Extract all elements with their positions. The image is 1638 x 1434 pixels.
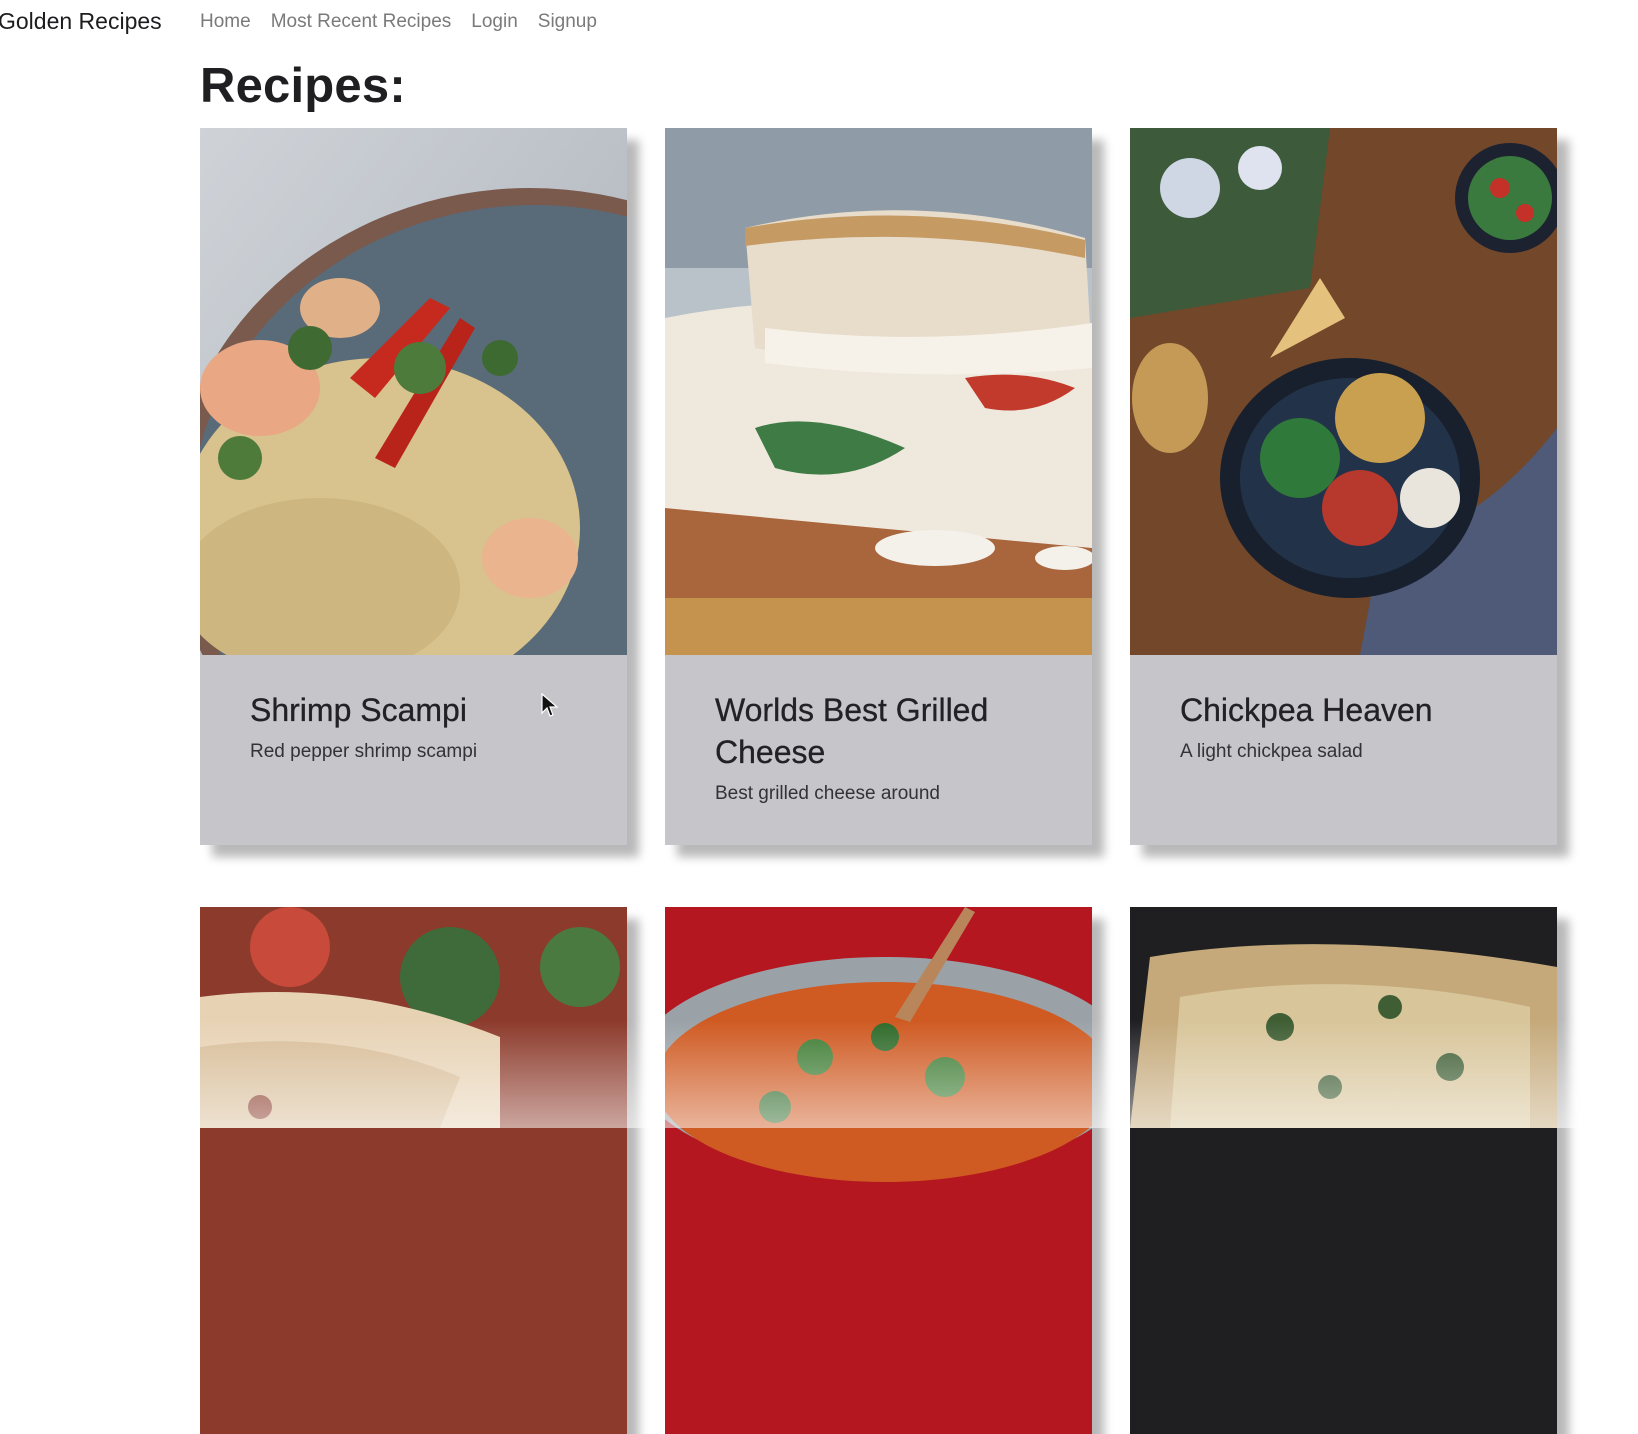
card-title[interactable]: Worlds Best Grilled Cheese — [715, 689, 1072, 773]
curry-photo — [665, 907, 1092, 1434]
nav-link-signup[interactable]: Signup — [538, 11, 597, 33]
casserole-photo — [1130, 907, 1557, 1434]
card-description: Best grilled cheese around — [715, 783, 940, 804]
card-body: Shrimp Scampi Red pepper shrimp scampi — [200, 655, 627, 845]
navbar: Golden Recipes Home Most Recent Recipes … — [0, 0, 1638, 46]
recipe-card-wrap[interactable] — [200, 907, 627, 1434]
chickpea-salad-photo — [1130, 128, 1557, 655]
card-description: A light chickpea salad — [1180, 741, 1363, 762]
card-body: Worlds Best Grilled Cheese Best grilled … — [665, 655, 1092, 845]
brand-link[interactable]: Golden Recipes — [0, 8, 162, 35]
nav-link-login[interactable]: Login — [471, 11, 518, 33]
card-description: Red pepper shrimp scampi — [250, 741, 478, 762]
recipe-card-shrimp-scampi[interactable]: Shrimp Scampi Red pepper shrimp scampi — [200, 128, 627, 845]
card-body: Chickpea Heaven A light chickpea salad — [1130, 655, 1557, 845]
recipe-card-grilled-cheese[interactable]: Worlds Best Grilled Cheese Best grilled … — [665, 128, 1092, 845]
mouse-cursor-icon — [541, 693, 559, 717]
page-title: Recipes: — [200, 59, 406, 113]
nav-link-most-recent[interactable]: Most Recent Recipes — [271, 11, 452, 33]
recipe-card-curry[interactable] — [665, 907, 1092, 1434]
wrap-photo — [200, 907, 627, 1434]
shrimp-scampi-photo — [200, 128, 627, 655]
grilled-cheese-photo — [665, 128, 1092, 655]
recipe-card-chickpea-heaven[interactable]: Chickpea Heaven A light chickpea salad — [1130, 128, 1557, 845]
nav-link-home[interactable]: Home — [200, 11, 251, 33]
card-title[interactable]: Chickpea Heaven — [1180, 689, 1537, 731]
recipe-card-casserole[interactable] — [1130, 907, 1557, 1434]
nav-links: Home Most Recent Recipes Login Signup — [200, 11, 617, 33]
